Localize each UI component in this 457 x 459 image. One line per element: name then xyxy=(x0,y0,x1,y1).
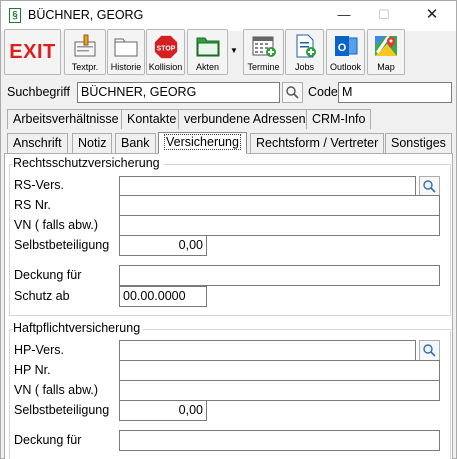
hp-nr-input[interactable] xyxy=(119,360,440,381)
exit-label: EXIT xyxy=(9,41,56,63)
jobs-button[interactable]: Jobs xyxy=(285,29,324,75)
rs-schutz-ab-label: Schutz ab xyxy=(14,289,70,303)
map-button[interactable]: Map xyxy=(367,29,405,75)
tab-bank[interactable]: Bank xyxy=(115,133,156,153)
search-icon xyxy=(423,344,436,357)
window-title: BÜCHNER, GEORG xyxy=(28,8,144,22)
rs-selbstbeteiligung-label: Selbstbeteiligung xyxy=(14,238,110,252)
hp-vers-label: HP-Vers. xyxy=(14,343,65,357)
app-icon: § xyxy=(9,8,21,23)
jobs-label: Jobs xyxy=(294,62,314,72)
hp-selbstbeteiligung-label: Selbstbeteiligung xyxy=(14,403,110,417)
textpr-label: Textpr. xyxy=(71,62,99,72)
search-row: Suchbegriff BÜCHNER, GEORG Code M xyxy=(1,80,456,104)
outlook-icon: O xyxy=(334,36,357,56)
haftpflicht-title: Haftpflichtversicherung xyxy=(13,321,144,335)
kollision-button[interactable]: STOP Kollision xyxy=(146,29,185,75)
historie-button[interactable]: Historie xyxy=(107,29,145,75)
green-folder-icon xyxy=(196,37,219,57)
rs-vers-input[interactable] xyxy=(119,176,416,197)
code-label: Code xyxy=(308,85,338,99)
akten-label: Akten xyxy=(195,62,219,72)
akten-button[interactable]: Akten xyxy=(187,29,228,75)
hp-nr-label: HP Nr. xyxy=(14,363,51,377)
maximize-button[interactable]: ☐ xyxy=(364,4,404,28)
tab-notiz[interactable]: Notiz xyxy=(72,133,113,153)
textpr-button[interactable]: Textpr. xyxy=(64,29,106,75)
rs-vn-input[interactable] xyxy=(119,215,440,236)
rs-deckung-input[interactable] xyxy=(119,265,440,286)
tab-sonstiges[interactable]: Sonstiges xyxy=(385,133,452,153)
suchbegriff-label: Suchbegriff xyxy=(7,85,71,99)
map-icon xyxy=(375,35,397,56)
akten-dropdown-arrow[interactable]: ▼ xyxy=(229,46,239,60)
stop-sign-text: STOP xyxy=(156,46,175,53)
folder-icon xyxy=(114,38,138,57)
rs-vn-label: VN ( falls abw.) xyxy=(14,218,99,232)
main-window: § BÜCHNER, GEORG — ☐ ✕ EXIT Textpr. Hist… xyxy=(0,0,457,459)
search-icon xyxy=(286,86,299,99)
hp-vers-input[interactable] xyxy=(119,340,416,361)
toolbar: EXIT Textpr. Historie STOP Kollision Akt… xyxy=(1,29,456,77)
text-processing-icon xyxy=(74,34,96,57)
rs-nr-input[interactable] xyxy=(119,195,440,216)
rs-vers-search-button[interactable] xyxy=(419,176,440,197)
hp-vn-label: VN ( falls abw.) xyxy=(14,383,99,397)
hp-deckung-input[interactable] xyxy=(119,430,440,451)
suchbegriff-input[interactable]: BÜCHNER, GEORG xyxy=(77,82,280,103)
tab-versicherung-label: Versicherung xyxy=(164,134,241,150)
rs-schutz-ab-input[interactable]: 00.00.0000 xyxy=(119,286,207,307)
close-button[interactable]: ✕ xyxy=(412,4,452,28)
suchbegriff-search-button[interactable] xyxy=(282,82,303,103)
code-input[interactable]: M xyxy=(338,82,452,103)
title-bar: § BÜCHNER, GEORG — ☐ ✕ xyxy=(1,1,456,31)
tab-anschrift[interactable]: Anschrift xyxy=(7,133,68,153)
stop-sign-icon: STOP xyxy=(152,34,179,60)
hp-vers-search-button[interactable] xyxy=(419,340,440,361)
outlook-button[interactable]: O Outlook xyxy=(326,29,365,75)
rs-selbstbeteiligung-input[interactable]: 0,00 xyxy=(119,235,207,256)
tab-verbundene-adressen[interactable]: verbundene Adressen xyxy=(178,109,312,129)
rechtsschutz-title: Rechtsschutzversicherung xyxy=(13,156,163,170)
hp-selbstbeteiligung-input[interactable]: 0,00 xyxy=(119,400,207,421)
rs-deckung-label: Deckung für xyxy=(14,268,82,282)
tab-crm-info[interactable]: CRM-Info xyxy=(306,109,372,129)
outlook-label: Outlook xyxy=(329,62,362,72)
minimize-button[interactable]: — xyxy=(324,4,364,28)
rs-nr-label: RS Nr. xyxy=(14,198,51,212)
hp-vn-input[interactable] xyxy=(119,380,440,401)
tab-versicherung[interactable]: Versicherung xyxy=(158,132,247,154)
kollision-label: Kollision xyxy=(148,62,183,72)
tab-kontakte[interactable]: Kontakte xyxy=(121,109,183,129)
search-icon xyxy=(423,180,436,193)
tab-rechtsform-vertreter[interactable]: Rechtsform / Vertreter xyxy=(250,133,385,153)
outlook-icon-letter: O xyxy=(337,42,346,54)
rs-vers-label: RS-Vers. xyxy=(14,178,65,192)
hp-deckung-label: Deckung für xyxy=(14,433,82,447)
document-add-icon xyxy=(296,34,316,58)
termine-button[interactable]: Termine xyxy=(243,29,284,75)
historie-label: Historie xyxy=(110,62,142,72)
map-label: Map xyxy=(377,62,395,72)
termine-label: Termine xyxy=(247,62,280,72)
calendar-icon xyxy=(252,36,276,57)
tab-arbeitsverhaeltnisse[interactable]: Arbeitsverhältnisse xyxy=(7,109,125,129)
exit-button[interactable]: EXIT xyxy=(4,29,61,75)
